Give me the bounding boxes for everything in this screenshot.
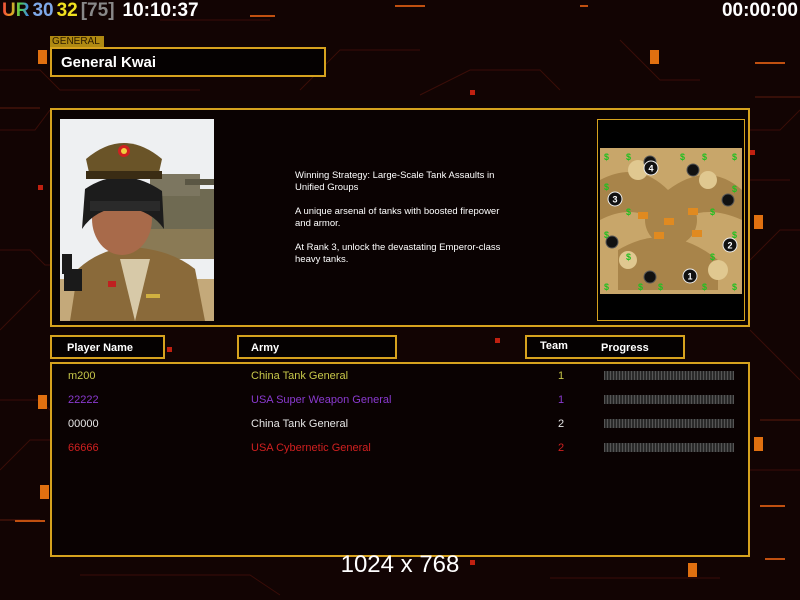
player-roster: m200 China Tank General 1 22222 USA Supe… bbox=[50, 362, 750, 557]
start-position-1: 1 bbox=[687, 272, 692, 282]
player-name: 66666 bbox=[68, 442, 99, 454]
general-name: General Kwai bbox=[61, 54, 157, 71]
svg-text:$: $ bbox=[702, 152, 707, 162]
player-team: 1 bbox=[558, 370, 565, 382]
column-header-team-label: Team bbox=[540, 340, 568, 352]
column-header-progress-label: Progress bbox=[601, 342, 649, 354]
hud-player-label: UR bbox=[2, 0, 30, 21]
map-preview: $ $ $ $ $ $ $ $ $ $ $ $ $ $ $ $ $ $ 1 2 … bbox=[597, 119, 745, 321]
player-army: China Tank General bbox=[251, 418, 349, 430]
player-army: USA Cybernetic General bbox=[251, 442, 371, 454]
svg-text:$: $ bbox=[626, 152, 631, 162]
player-team: 2 bbox=[558, 418, 565, 430]
start-position-4: 4 bbox=[648, 164, 653, 174]
hud-stat-yellow: 32 bbox=[56, 0, 78, 21]
column-header-army-label: Army bbox=[251, 342, 280, 354]
svg-text:$: $ bbox=[626, 207, 631, 217]
general-portrait bbox=[60, 119, 214, 321]
svg-text:$: $ bbox=[626, 252, 631, 262]
resolution-label: 1024 x 768 bbox=[340, 551, 460, 578]
svg-text:$: $ bbox=[604, 182, 609, 192]
start-position-3: 3 bbox=[612, 195, 617, 205]
hud-stat-gray: [75] bbox=[80, 0, 115, 21]
column-header-player: Player Name bbox=[50, 335, 165, 359]
game-timer: 00:00:00 bbox=[721, 0, 798, 21]
column-header-player-label: Player Name bbox=[67, 342, 134, 354]
player-row: m200 China Tank General 1 bbox=[52, 366, 748, 386]
player-row: 00000 China Tank General 2 bbox=[52, 414, 748, 434]
svg-text:$: $ bbox=[732, 152, 737, 162]
general-name-box: General Kwai bbox=[50, 47, 326, 77]
svg-text:$: $ bbox=[604, 282, 609, 292]
svg-text:$: $ bbox=[702, 282, 707, 292]
svg-text:$: $ bbox=[680, 152, 685, 162]
loading-progress-bar bbox=[604, 443, 734, 452]
svg-text:$: $ bbox=[658, 282, 663, 292]
player-team: 2 bbox=[558, 442, 565, 454]
svg-text:$: $ bbox=[638, 282, 643, 292]
hud-stat-blue: 30 bbox=[32, 0, 54, 21]
description-strategy: Winning Strategy: Large-Scale Tank Assau… bbox=[295, 170, 495, 193]
loading-progress-bar bbox=[604, 395, 734, 404]
column-header-team-progress: Team Progress bbox=[525, 335, 685, 359]
player-army: China Tank General bbox=[251, 370, 349, 382]
description-arsenal: A unique arsenal of tanks with boosted f… bbox=[295, 206, 500, 229]
svg-text:$: $ bbox=[732, 184, 737, 194]
general-description: Winning Strategy: Large-Scale Tank Assau… bbox=[295, 170, 535, 278]
column-header-army: Army bbox=[237, 335, 397, 359]
hud-stats: UR 30 32 [75] 10:10:37 bbox=[2, 0, 202, 22]
general-info-panel: Winning Strategy: Large-Scale Tank Assau… bbox=[50, 108, 750, 327]
svg-text:$: $ bbox=[710, 252, 715, 262]
svg-text:$: $ bbox=[732, 282, 737, 292]
description-rank: At Rank 3, unlock the devastating Empero… bbox=[295, 242, 501, 265]
loading-progress-bar bbox=[604, 371, 734, 380]
general-tab-label: GENERAL bbox=[50, 36, 104, 47]
player-army: USA Super Weapon General bbox=[251, 394, 392, 406]
player-name: 22222 bbox=[68, 394, 99, 406]
hud-clock: 10:10:37 bbox=[122, 0, 199, 21]
player-name: 00000 bbox=[68, 418, 99, 430]
loading-progress-bar bbox=[604, 419, 734, 428]
player-name: m200 bbox=[68, 370, 96, 382]
player-row: 22222 USA Super Weapon General 1 bbox=[52, 390, 748, 410]
player-team: 1 bbox=[558, 394, 565, 406]
start-position-2: 2 bbox=[727, 241, 732, 251]
svg-text:$: $ bbox=[604, 152, 609, 162]
player-row: 66666 USA Cybernetic General 2 bbox=[52, 438, 748, 458]
svg-text:$: $ bbox=[710, 207, 715, 217]
